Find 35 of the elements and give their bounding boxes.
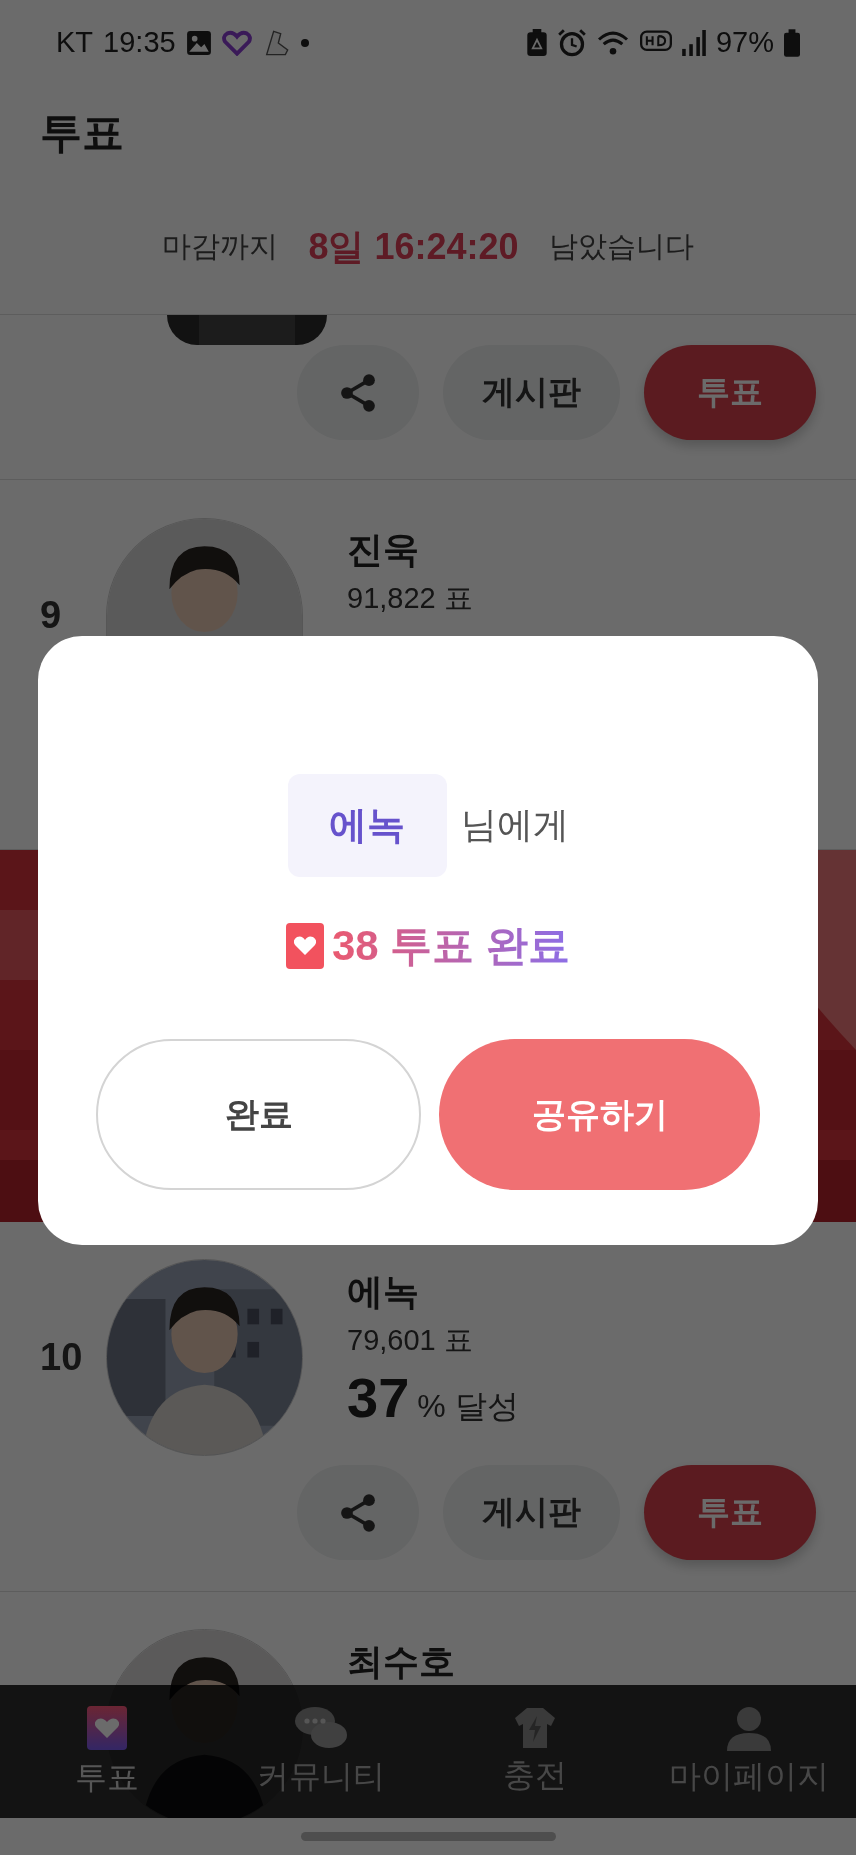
countdown-time: 8일 16:24:20 bbox=[308, 224, 519, 269]
battery-icon bbox=[784, 28, 800, 57]
person-icon bbox=[727, 1704, 771, 1751]
rank-number: 10 bbox=[40, 1336, 83, 1378]
done-button[interactable]: 완료 bbox=[96, 1039, 421, 1190]
percent-value: 37 bbox=[347, 1365, 410, 1430]
recipient-name: 에녹 bbox=[287, 774, 447, 877]
share-button[interactable]: 공유하기 bbox=[439, 1039, 760, 1190]
candidate-name: 최수호 bbox=[347, 1640, 455, 1684]
vote-button[interactable]: 투표 bbox=[644, 345, 816, 440]
vote-button[interactable]: 투표 bbox=[644, 1465, 816, 1560]
alarm-icon bbox=[557, 28, 586, 57]
heart-logo-icon bbox=[221, 29, 252, 56]
board-button[interactable]: 게시판 bbox=[443, 345, 620, 440]
countdown-suffix: 남았습니다 bbox=[548, 229, 694, 264]
candidate-name: 진욱 bbox=[347, 528, 420, 572]
battery-percent: 97% bbox=[715, 26, 774, 59]
percent-label: % 달성 bbox=[417, 1387, 519, 1426]
chat-icon bbox=[293, 1704, 349, 1751]
heart-card-icon bbox=[285, 923, 324, 969]
dot-icon bbox=[299, 37, 310, 48]
rank-number: 9 bbox=[40, 594, 62, 636]
vote-count: 79,601 표 bbox=[347, 1323, 474, 1358]
recipient-label: 님에게 bbox=[460, 803, 569, 847]
heart-card-icon bbox=[85, 1703, 129, 1752]
clock: 19:35 bbox=[103, 26, 176, 59]
page-title: 투표 bbox=[40, 107, 124, 158]
countdown-label: 마감까지 bbox=[162, 229, 279, 264]
vote-count: 91,822 표 bbox=[347, 581, 473, 616]
board-button[interactable]: 게시판 bbox=[443, 1465, 620, 1560]
carrier: KT bbox=[56, 26, 94, 59]
candidate-name: 에녹 bbox=[347, 1270, 420, 1314]
signal-icon bbox=[681, 29, 706, 56]
battery-saver-icon bbox=[525, 28, 548, 57]
image-icon bbox=[185, 29, 212, 56]
